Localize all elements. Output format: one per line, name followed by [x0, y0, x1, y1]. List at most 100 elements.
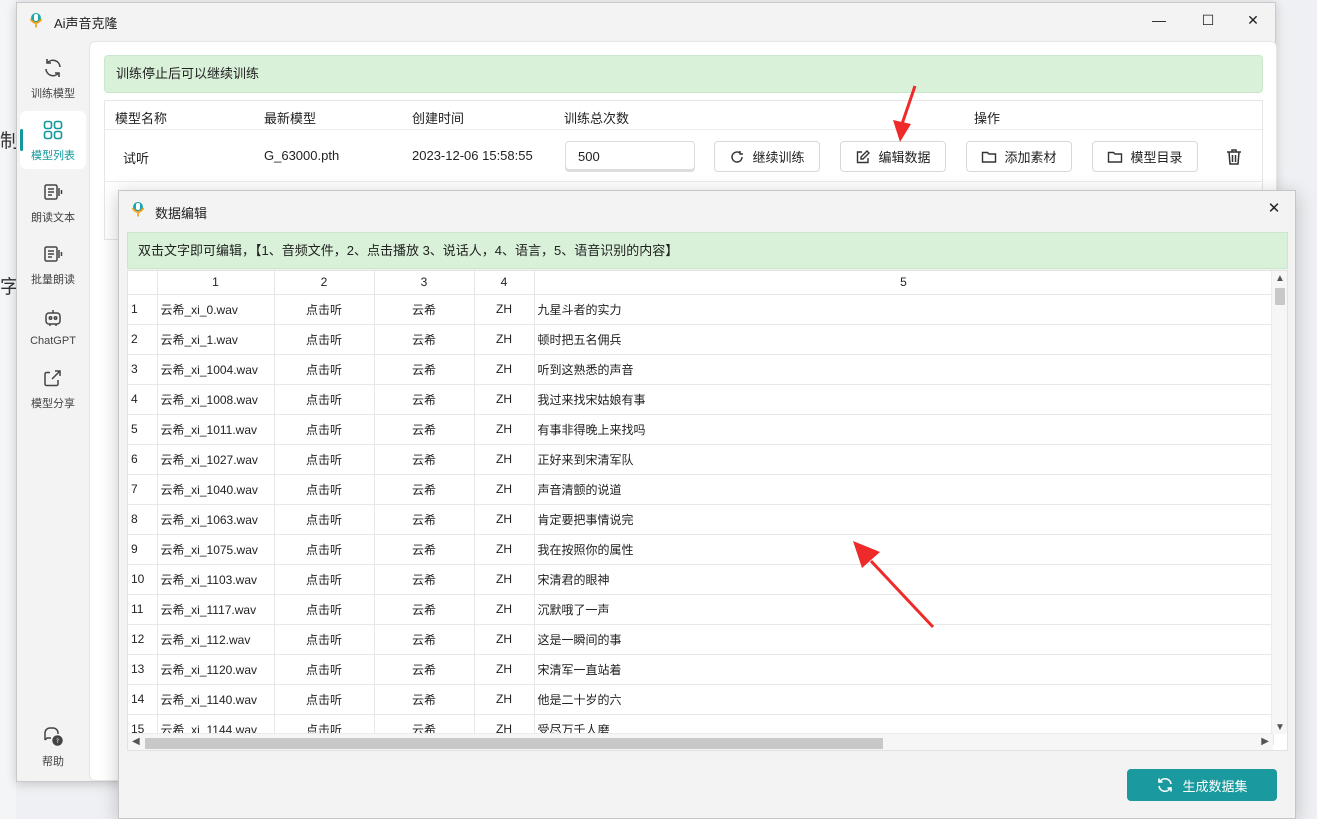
audio-file-cell[interactable]: 云希_xi_1027.wav	[157, 444, 275, 475]
minimize-button[interactable]: —	[1144, 9, 1174, 31]
audio-file-cell[interactable]: 云希_xi_1004.wav	[157, 354, 275, 385]
speaker-cell[interactable]: 云希	[374, 414, 475, 445]
play-cell[interactable]: 点击听	[274, 564, 375, 595]
model-directory-button[interactable]: 模型目录	[1092, 141, 1198, 172]
vertical-scrollbar[interactable]: ▲ ▼	[1271, 271, 1287, 734]
generate-dataset-button[interactable]: 生成数据集	[1127, 769, 1277, 801]
language-cell[interactable]: ZH	[474, 534, 535, 565]
trash-icon[interactable]	[1224, 147, 1244, 167]
audio-file-cell[interactable]: 云希_xi_1063.wav	[157, 504, 275, 535]
play-cell[interactable]: 点击听	[274, 324, 375, 355]
table-row[interactable]: 7 云希_xi_1040.wav 点击听 云希 ZH 声音清颤的说道	[128, 474, 1274, 505]
table-row[interactable]: 10 云希_xi_1103.wav 点击听 云希 ZH 宋清君的眼神	[128, 564, 1274, 595]
speaker-cell[interactable]: 云希	[374, 384, 475, 415]
speaker-cell[interactable]: 云希	[374, 534, 475, 565]
language-cell[interactable]: ZH	[474, 594, 535, 625]
table-row[interactable]: 3 云希_xi_1004.wav 点击听 云希 ZH 听到这熟悉的声音	[128, 354, 1274, 385]
sidebar-item-batch-read[interactable]: 批量朗读	[20, 235, 86, 293]
play-cell[interactable]: 点击听	[274, 384, 375, 415]
transcript-cell[interactable]: 听到这熟悉的声音	[534, 354, 1274, 385]
play-cell[interactable]: 点击听	[274, 444, 375, 475]
language-cell[interactable]: ZH	[474, 684, 535, 715]
transcript-cell[interactable]: 我过来找宋姑娘有事	[534, 384, 1274, 415]
audio-file-cell[interactable]: 云希_xi_0.wav	[157, 294, 275, 325]
sidebar-item-read-text[interactable]: 朗读文本	[20, 173, 86, 231]
column-header[interactable]: 5	[534, 271, 1274, 295]
table-row[interactable]: 2 云希_xi_1.wav 点击听 云希 ZH 顿时把五名佣兵	[128, 324, 1274, 355]
transcript-cell[interactable]: 这是一瞬间的事	[534, 624, 1274, 655]
sidebar-item-train-model[interactable]: 训练模型	[20, 49, 86, 107]
scroll-down-icon[interactable]: ▼	[1275, 722, 1285, 733]
speaker-cell[interactable]: 云希	[374, 684, 475, 715]
sidebar-item-chatgpt[interactable]: ChatGPT	[20, 297, 86, 355]
transcript-cell[interactable]: 正好来到宋清军队	[534, 444, 1274, 475]
dialog-close-button[interactable]: ✕	[1263, 197, 1285, 219]
play-cell[interactable]: 点击听	[274, 594, 375, 625]
language-cell[interactable]: ZH	[474, 414, 535, 445]
scroll-left-icon[interactable]: ◀	[132, 736, 140, 747]
audio-file-cell[interactable]: 云希_xi_1075.wav	[157, 534, 275, 565]
speaker-cell[interactable]: 云希	[374, 294, 475, 325]
play-cell[interactable]: 点击听	[274, 654, 375, 685]
language-cell[interactable]: ZH	[474, 294, 535, 325]
language-cell[interactable]: ZH	[474, 624, 535, 655]
transcript-cell[interactable]: 九星斗者的实力	[534, 294, 1274, 325]
column-header[interactable]: 1	[157, 271, 275, 295]
vertical-scroll-thumb[interactable]	[1275, 288, 1285, 305]
sidebar-item-model-share[interactable]: 模型分享	[20, 359, 86, 417]
column-header[interactable]: 4	[474, 271, 535, 295]
language-cell[interactable]: ZH	[474, 654, 535, 685]
table-row[interactable]: 13 云希_xi_1120.wav 点击听 云希 ZH 宋清军一直站着	[128, 654, 1274, 685]
table-row[interactable]: 8 云希_xi_1063.wav 点击听 云希 ZH 肯定要把事情说完	[128, 504, 1274, 535]
language-cell[interactable]: ZH	[474, 564, 535, 595]
audio-file-cell[interactable]: 云希_xi_1008.wav	[157, 384, 275, 415]
column-header[interactable]: 2	[274, 271, 375, 295]
speaker-cell[interactable]: 云希	[374, 624, 475, 655]
language-cell[interactable]: ZH	[474, 504, 535, 535]
transcript-cell[interactable]: 沉默哦了一声	[534, 594, 1274, 625]
transcript-cell[interactable]: 他是二十岁的六	[534, 684, 1274, 715]
horizontal-scroll-thumb[interactable]	[145, 738, 883, 749]
maximize-button[interactable]: ☐	[1193, 9, 1223, 31]
speaker-cell[interactable]: 云希	[374, 564, 475, 595]
close-button[interactable]: ✕	[1238, 9, 1268, 31]
audio-file-cell[interactable]: 云希_xi_1140.wav	[157, 684, 275, 715]
play-cell[interactable]: 点击听	[274, 534, 375, 565]
sidebar-item-help[interactable]: ? 帮助	[20, 717, 86, 775]
transcript-cell[interactable]: 肯定要把事情说完	[534, 504, 1274, 535]
language-cell[interactable]: ZH	[474, 474, 535, 505]
continue-training-button[interactable]: 继续训练	[714, 141, 820, 172]
table-row[interactable]: 11 云希_xi_1117.wav 点击听 云希 ZH 沉默哦了一声	[128, 594, 1274, 625]
scroll-right-icon[interactable]: ▶	[1261, 736, 1269, 747]
table-row[interactable]: 14 云希_xi_1140.wav 点击听 云希 ZH 他是二十岁的六	[128, 684, 1274, 715]
speaker-cell[interactable]: 云希	[374, 444, 475, 475]
transcript-cell[interactable]: 有事非得晚上来找吗	[534, 414, 1274, 445]
transcript-cell[interactable]: 声音清颤的说道	[534, 474, 1274, 505]
audio-file-cell[interactable]: 云希_xi_1117.wav	[157, 594, 275, 625]
audio-file-cell[interactable]: 云希_xi_1.wav	[157, 324, 275, 355]
audio-file-cell[interactable]: 云希_xi_1103.wav	[157, 564, 275, 595]
edit-data-button[interactable]: 编辑数据	[840, 141, 946, 172]
total-count-input[interactable]: 500	[565, 141, 695, 172]
play-cell[interactable]: 点击听	[274, 474, 375, 505]
transcript-cell[interactable]: 顿时把五名佣兵	[534, 324, 1274, 355]
speaker-cell[interactable]: 云希	[374, 324, 475, 355]
table-row[interactable]: 9 云希_xi_1075.wav 点击听 云希 ZH 我在按照你的属性	[128, 534, 1274, 565]
table-row[interactable]: 1 云希_xi_0.wav 点击听 云希 ZH 九星斗者的实力	[128, 294, 1274, 325]
table-row[interactable]: 4 云希_xi_1008.wav 点击听 云希 ZH 我过来找宋姑娘有事	[128, 384, 1274, 415]
play-cell[interactable]: 点击听	[274, 684, 375, 715]
add-material-button[interactable]: 添加素材	[966, 141, 1072, 172]
table-row[interactable]: 6 云希_xi_1027.wav 点击听 云希 ZH 正好来到宋清军队	[128, 444, 1274, 475]
speaker-cell[interactable]: 云希	[374, 594, 475, 625]
scroll-up-icon[interactable]: ▲	[1275, 273, 1285, 284]
transcript-cell[interactable]: 宋清军一直站着	[534, 654, 1274, 685]
language-cell[interactable]: ZH	[474, 324, 535, 355]
audio-file-cell[interactable]: 云希_xi_1011.wav	[157, 414, 275, 445]
play-cell[interactable]: 点击听	[274, 414, 375, 445]
play-cell[interactable]: 点击听	[274, 354, 375, 385]
horizontal-scrollbar[interactable]: ◀ ▶	[128, 733, 1273, 750]
audio-file-cell[interactable]: 云希_xi_1040.wav	[157, 474, 275, 505]
play-cell[interactable]: 点击听	[274, 294, 375, 325]
column-header[interactable]: 3	[374, 271, 475, 295]
transcript-cell[interactable]: 我在按照你的属性	[534, 534, 1274, 565]
